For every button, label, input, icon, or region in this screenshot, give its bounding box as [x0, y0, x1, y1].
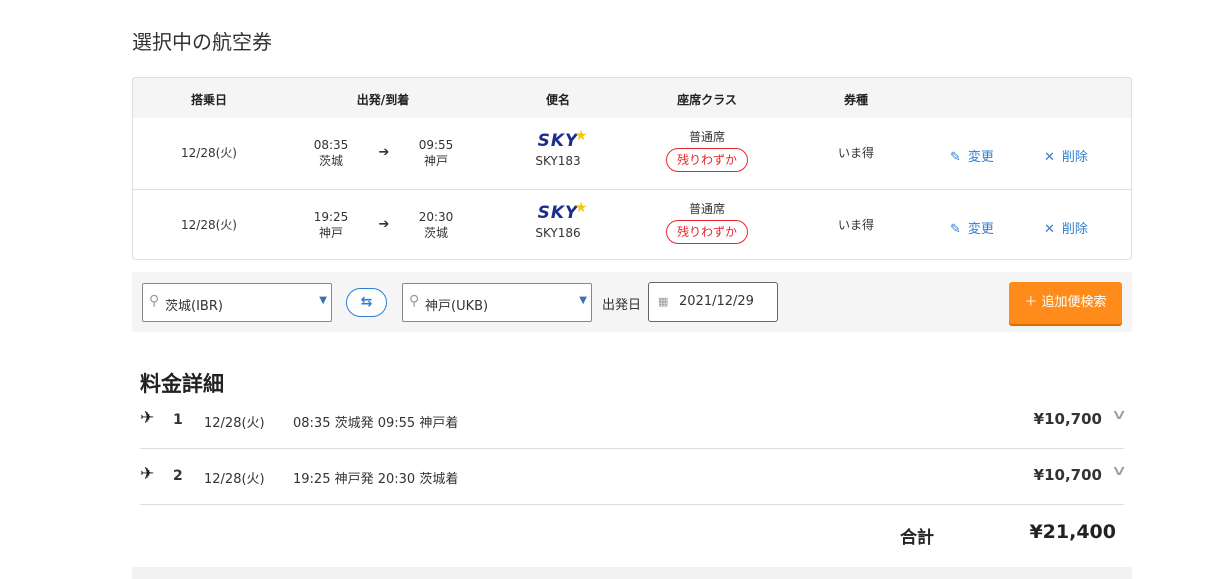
airplane-icon: ✈: [140, 464, 155, 484]
delete-button[interactable]: ✕ 削除: [1044, 218, 1088, 237]
fare-item[interactable]: ✈ 1 12/28(火) 08:35 茨城発 09:55 神戸着 ¥10,700…: [140, 393, 1127, 449]
pencil-icon: ✎: [950, 222, 961, 237]
fare-item-detail: 08:35 茨城発 09:55 神戸着: [293, 416, 459, 431]
flight-block: SKY ★ SKY183: [535, 128, 589, 169]
add-flight-search-button[interactable]: ＋ 追加便検索: [1009, 282, 1122, 324]
arrival-time: 20:30: [418, 210, 454, 224]
caret-down-icon: ▼: [319, 295, 327, 306]
table-header: 搭乗日 出発/到着 便名 座席クラス 券種: [133, 78, 1131, 118]
flight-block: SKY ★ SKY186: [535, 200, 589, 241]
airplane-icon: ✈: [140, 408, 155, 428]
header-date: 搭乗日: [190, 93, 228, 107]
seat-class: 普通席: [688, 202, 726, 216]
location-pin-icon: ⚲: [409, 293, 420, 309]
origin-value: 茨城(IBR): [165, 299, 223, 314]
seat-class: 普通席: [688, 130, 726, 144]
arrival-airport: 茨城: [423, 226, 448, 240]
change-button[interactable]: ✎ 変更: [950, 218, 994, 237]
departure-block: 19:25 神戸: [314, 209, 349, 241]
swap-airports-button[interactable]: ⇆: [346, 288, 387, 317]
flight-date: 12/28(火): [181, 218, 237, 232]
seat-class-block: 普通席 残りわずか: [665, 201, 749, 244]
table-row: 12/28(火) 08:35 茨城 ➔ 09:55 神戸 SKY ★ SKY183…: [133, 118, 1131, 189]
selected-flights-table: 搭乗日 出発/到着 便名 座席クラス 券種 12/28(火) 08:35 茨城 …: [132, 77, 1132, 260]
fare-item-number: 2: [173, 468, 183, 484]
arrow-right-icon: ➔: [378, 217, 390, 232]
page-title: 選択中の航空券: [132, 30, 272, 54]
header-ticket-type: 券種: [843, 93, 869, 107]
pencil-icon: ✎: [950, 150, 961, 165]
fare-item-date: 12/28(火): [204, 472, 265, 487]
table-row: 12/28(火) 19:25 神戸 ➔ 20:30 茨城 SKY ★ SKY186…: [133, 189, 1131, 259]
departure-date-label: 出発日: [602, 298, 642, 313]
header-seat-class: 座席クラス: [677, 93, 737, 107]
fare-item-date: 12/28(火): [204, 416, 265, 431]
close-icon: ✕: [1044, 222, 1055, 237]
seat-class-block: 普通席 残りわずか: [665, 129, 749, 172]
flight-number: SKY186: [535, 226, 581, 240]
total-label: 合計: [900, 528, 934, 548]
total-price: ¥21,400: [1029, 521, 1116, 543]
swap-icon: ⇆: [360, 294, 373, 310]
arrival-time: 09:55: [418, 138, 454, 152]
flight-number: SKY183: [535, 154, 581, 168]
ticket-type: いま得: [837, 218, 875, 232]
airline-logo: SKY ★: [537, 128, 589, 151]
few-seats-badge: 残りわずか: [665, 220, 749, 244]
calendar-icon: ▦: [658, 295, 669, 308]
header-dep-arr: 出発/到着: [356, 93, 410, 107]
delete-button[interactable]: ✕ 削除: [1044, 146, 1088, 165]
fare-item[interactable]: ✈ 2 12/28(火) 19:25 神戸発 20:30 茨城着 ¥10,700…: [140, 449, 1127, 505]
arrow-right-icon: ➔: [378, 145, 390, 160]
few-seats-badge: 残りわずか: [665, 148, 749, 172]
arrival-airport: 神戸: [423, 154, 448, 168]
arrival-block: 09:55 神戸: [419, 137, 454, 169]
star-icon: ★: [574, 128, 589, 144]
destination-value: 神戸(UKB): [425, 299, 489, 314]
arrival-block: 20:30 茨城: [419, 209, 454, 241]
departure-time: 08:35: [313, 138, 349, 152]
departure-date-value: 2021/12/29: [679, 294, 754, 309]
departure-date-input[interactable]: ▦ 2021/12/29: [648, 282, 778, 322]
origin-select[interactable]: ⚲ 茨城(IBR) ▼: [142, 283, 332, 322]
star-icon: ★: [574, 200, 589, 216]
departure-airport: 神戸: [318, 226, 343, 240]
destination-select[interactable]: ⚲ 神戸(UKB) ▼: [402, 283, 592, 322]
fare-item-price: ¥10,700: [1033, 410, 1102, 428]
additional-flight-search-bar: ⚲ 茨城(IBR) ▼ ⇆ ⚲ 神戸(UKB) ▼ 出発日 ▦ 2021/12/…: [132, 272, 1132, 332]
change-button[interactable]: ✎ 変更: [950, 146, 994, 165]
fare-item-detail: 19:25 神戸発 20:30 茨城着: [293, 472, 459, 487]
chevron-down-icon[interactable]: ∨: [1111, 407, 1127, 423]
caret-down-icon: ▼: [579, 295, 587, 306]
departure-airport: 茨城: [318, 154, 343, 168]
fare-item-number: 1: [173, 412, 183, 428]
airline-logo: SKY ★: [537, 200, 589, 223]
departure-block: 08:35 茨城: [314, 137, 349, 169]
ticket-type: いま得: [837, 146, 875, 160]
location-pin-icon: ⚲: [149, 293, 160, 309]
fare-item-price: ¥10,700: [1033, 466, 1102, 484]
departure-time: 19:25: [313, 210, 349, 224]
chevron-down-icon[interactable]: ∨: [1111, 463, 1127, 479]
flight-date: 12/28(火): [181, 146, 237, 160]
bottom-section-edge: [132, 567, 1132, 579]
close-icon: ✕: [1044, 150, 1055, 165]
header-flight: 便名: [545, 93, 571, 107]
